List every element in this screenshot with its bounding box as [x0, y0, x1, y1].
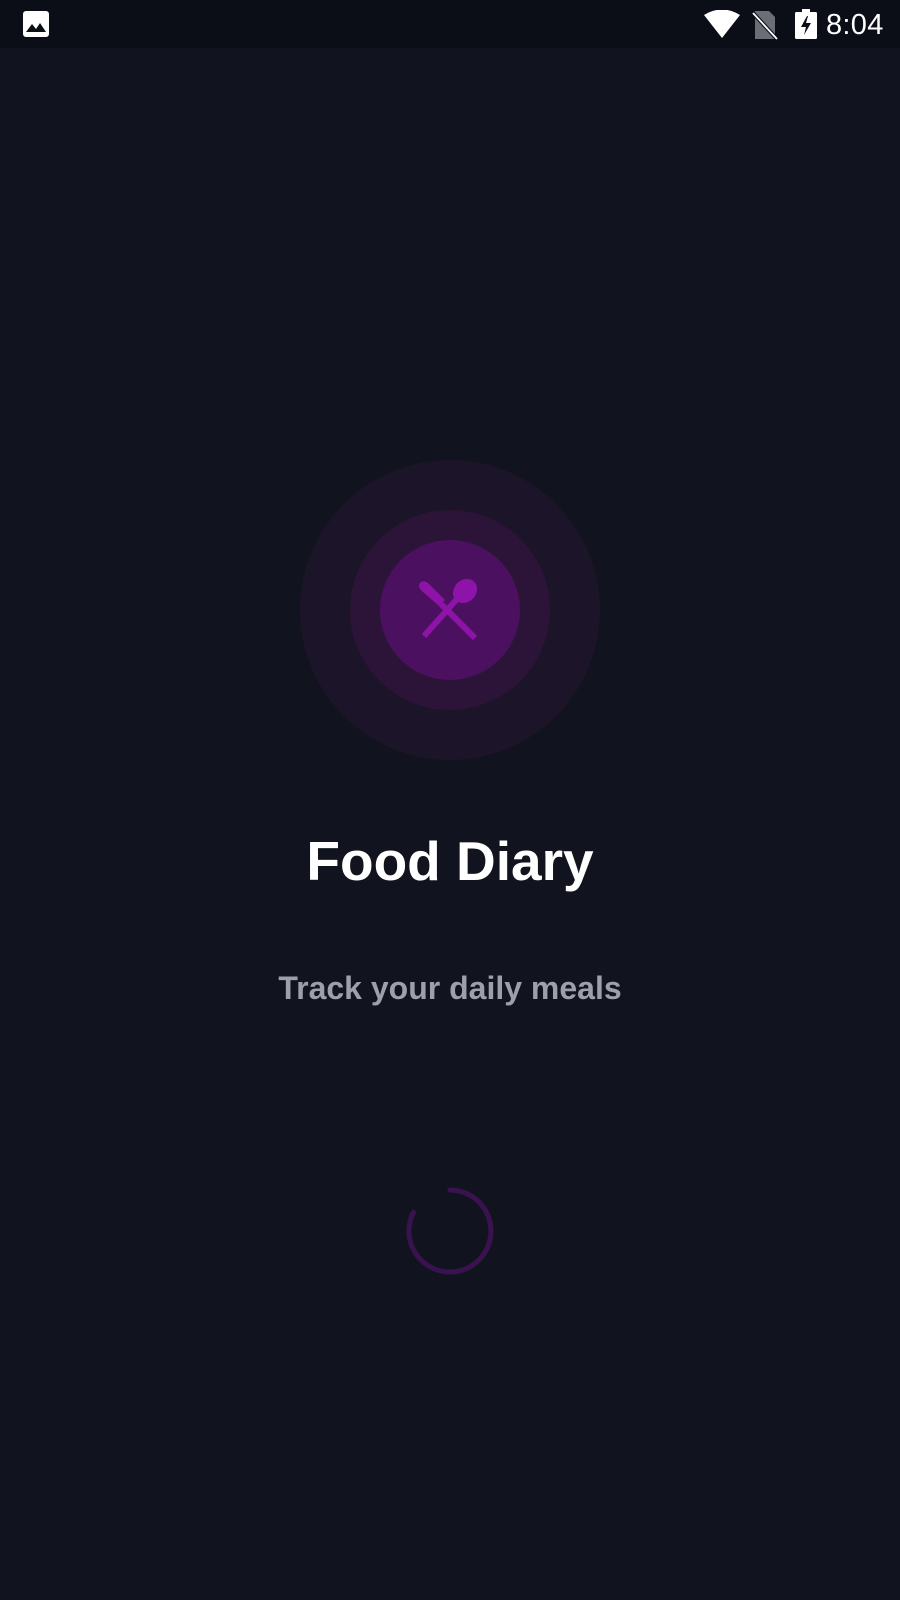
gallery-icon — [23, 11, 49, 37]
status-bar: 8:04 — [0, 0, 900, 48]
no-sim-icon — [752, 11, 778, 40]
wifi-icon — [704, 10, 740, 38]
cutlery-icon — [419, 578, 478, 641]
app-title: Food Diary — [306, 830, 594, 892]
app-logo — [300, 460, 600, 760]
app-subtitle: Track your daily meals — [278, 970, 622, 1006]
status-time: 8:04 — [826, 9, 884, 41]
loading-spinner — [406, 1187, 494, 1275]
battery-charging-icon — [795, 9, 817, 39]
